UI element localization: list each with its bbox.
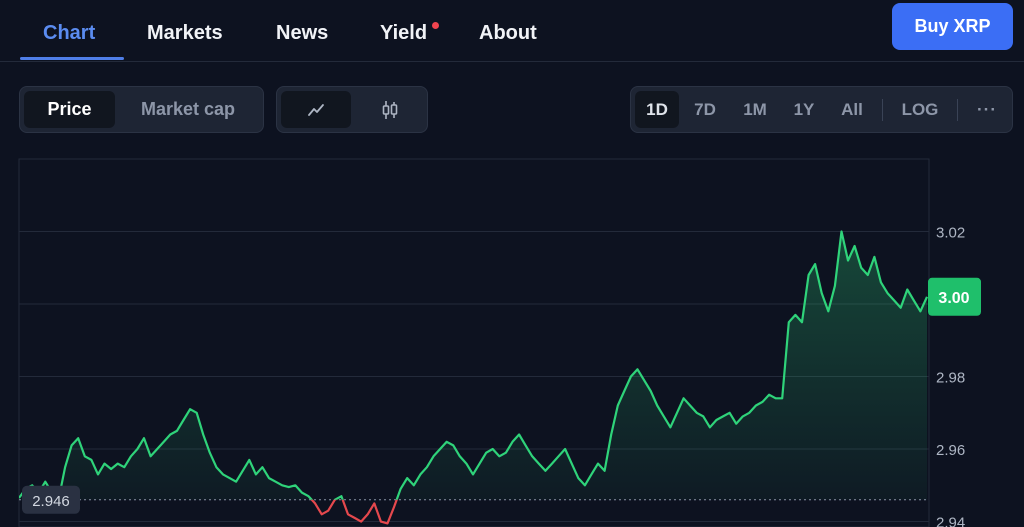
y-tick-label: 2.98: [936, 370, 965, 387]
baseline-price-badge: 2.946: [22, 485, 80, 514]
price-chart[interactable]: 2.942.962.983.003.02 2.9463.00: [0, 0, 1024, 527]
y-tick-label: 2.96: [936, 442, 965, 459]
price-area-fill: [19, 231, 927, 500]
y-tick-label: 2.94: [936, 515, 965, 527]
y-tick-label: 3.02: [936, 225, 965, 242]
current-price-badge: 3.00: [928, 277, 981, 316]
current-price-label: 3.00: [938, 290, 969, 307]
baseline-price-label: 2.946: [32, 493, 70, 510]
